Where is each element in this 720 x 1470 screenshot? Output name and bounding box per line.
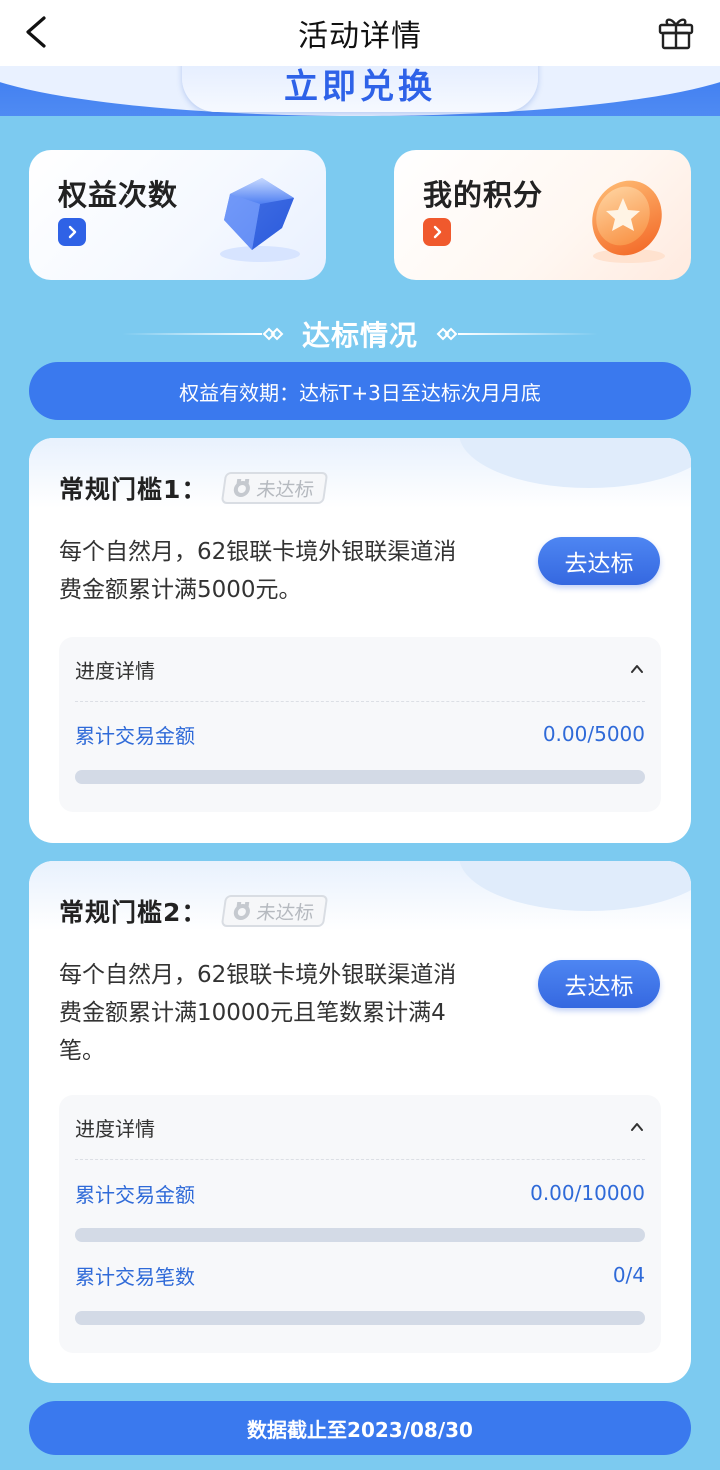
knot-icon [262,327,284,341]
progress-title: 进度详情 [75,1116,155,1141]
go-qualify-button[interactable]: 去达标 [538,960,660,1008]
progress-row: 累计交易笔数 0/4 [75,1260,645,1290]
redeem-now-label: 立即兑换 [284,67,436,107]
section-title: 达标情况 [301,319,418,352]
status-badge-label: 未达标 [255,901,316,924]
progress-row: 累计交易金额 0.00/10000 [75,1178,645,1208]
medal-icon [234,479,251,497]
status-badge-label: 未达标 [255,478,316,501]
my-points-title: 我的积分 [423,178,544,212]
progress-panel: 进度详情 累计交易金额 0.00/5000 [59,637,661,812]
progress-value: 0.00/5000 [542,722,645,746]
progress-header[interactable]: 进度详情 [75,1095,645,1160]
data-cutoff-banner: 数据截止至2023/08/30 [29,1401,691,1455]
divider-line [458,333,598,335]
progress-panel: 进度详情 累计交易金额 0.00/10000 累计交易笔数 0/4 [59,1095,661,1353]
status-badge: 未达标 [221,472,329,504]
threshold-description: 每个自然月，62银联卡境外银联渠道消费金额累计满10000元且笔数累计满4笔。 [59,962,457,1064]
chevron-up-icon[interactable] [629,1119,645,1135]
coin-icon [592,180,665,263]
threshold-title: 常规门槛1： [59,475,208,504]
threshold-card-1: 常规门槛1： 未达标 每个自然月，62银联卡境外银联渠道消费金额累计满5000元… [29,438,691,843]
chevron-right-icon [423,218,451,246]
knot-icon [436,327,458,341]
progress-header[interactable]: 进度详情 [75,637,645,702]
validity-banner: 权益有效期：达标T+3日至达标次月月底 [29,362,691,420]
progress-bar [75,770,645,784]
page-title: 活动详情 [298,19,422,54]
rights-count-card[interactable]: 权益次数 [29,150,326,280]
diamond-icon [220,178,300,262]
medal-icon [234,902,251,920]
chevron-up-icon[interactable] [629,661,645,677]
progress-label: 累计交易笔数 [75,1264,195,1289]
status-badge: 未达标 [221,895,329,927]
progress-value: 0/4 [612,1263,645,1287]
section-header: 达标情况 [0,312,720,356]
threshold-description: 每个自然月，62银联卡境外银联渠道消费金额累计满5000元。 [59,539,457,603]
threshold-header: 常规门槛1： 未达标 [59,470,329,506]
chevron-right-icon [58,218,86,246]
progress-value: 0.00/10000 [530,1181,645,1205]
chevron-left-icon[interactable] [18,10,58,54]
progress-bar [75,1228,645,1242]
threshold-card-2: 常规门槛2： 未达标 每个自然月，62银联卡境外银联渠道消费金额累计满10000… [29,861,691,1383]
redeem-now-button[interactable]: 立即兑换 [182,66,538,112]
threshold-title: 常规门槛2： [59,898,208,927]
rights-count-title: 权益次数 [58,178,179,212]
progress-bar [75,1311,645,1325]
progress-label: 累计交易金额 [75,1182,195,1207]
threshold-header: 常规门槛2： 未达标 [59,893,329,929]
go-qualify-button[interactable]: 去达标 [538,537,660,585]
progress-title: 进度详情 [75,658,155,683]
progress-label: 累计交易金额 [75,723,195,748]
top-nav-bar: 活动详情 [0,0,720,66]
gift-icon[interactable] [656,12,696,52]
progress-row: 累计交易金额 0.00/5000 [75,719,645,749]
my-points-card[interactable]: 我的积分 [394,150,691,280]
divider-line [121,333,262,335]
hero-banner: 立即兑换 [0,66,720,116]
